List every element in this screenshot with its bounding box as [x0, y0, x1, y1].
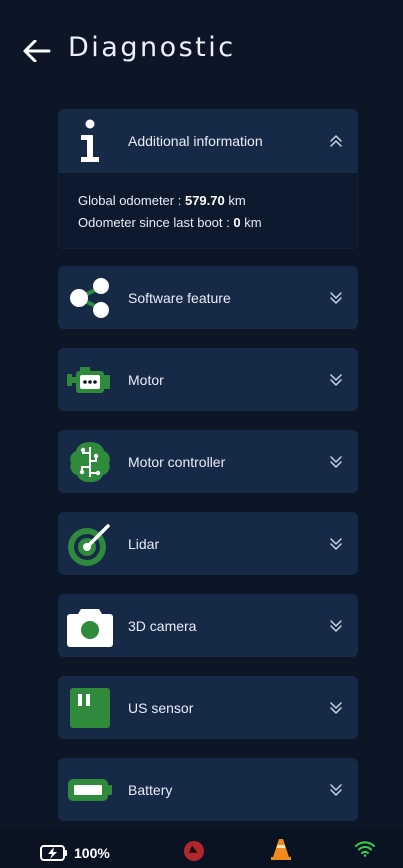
section-label: Battery — [128, 781, 173, 798]
battery-icon — [66, 766, 114, 814]
section-motor: Motor — [58, 348, 358, 411]
chevron-down-icon[interactable] — [328, 782, 344, 798]
section-label: Motor — [128, 371, 164, 388]
chevron-down-icon[interactable] — [328, 372, 344, 388]
chevron-down-icon[interactable] — [328, 618, 344, 634]
section-header-us-sensor[interactable]: US sensor — [58, 676, 358, 739]
section-3d-camera: 3D camera — [58, 594, 358, 657]
section-label: US sensor — [128, 699, 194, 716]
section-motor-controller: Motor controller — [58, 430, 358, 493]
section-label: Motor controller — [128, 453, 226, 470]
arrow-left-icon — [23, 40, 51, 62]
traffic-cone-icon[interactable] — [271, 838, 291, 860]
section-header-motor[interactable]: Motor — [58, 348, 358, 411]
engine-icon — [66, 356, 114, 404]
radar-icon — [66, 520, 114, 568]
battery-charging-icon — [40, 845, 67, 861]
section-lidar: Lidar — [58, 512, 358, 575]
section-label: 3D camera — [128, 617, 197, 634]
section-header-additional-information[interactable]: Additional information — [58, 109, 358, 172]
battery-level: 100% — [74, 845, 110, 861]
status-bar: 100% — [0, 828, 403, 868]
compass-icon[interactable] — [183, 840, 205, 862]
chevron-down-icon[interactable] — [328, 454, 344, 470]
section-additional-information: Additional information Global odometer :… — [58, 109, 358, 249]
boot-odometer: Odometer since last boot : 0 km — [78, 215, 262, 230]
additional-information-details: Global odometer : 579.70 km Odometer sin… — [58, 173, 358, 249]
wifi-icon[interactable] — [355, 841, 375, 857]
page-title: Diagnostic — [68, 32, 236, 63]
section-label: Additional information — [128, 132, 263, 149]
header: Diagnostic — [0, 0, 403, 100]
brain-circuit-icon — [66, 438, 114, 486]
section-us-sensor: US sensor — [58, 676, 358, 739]
section-software-feature: Software feature — [58, 266, 358, 329]
section-label: Lidar — [128, 535, 160, 552]
global-odometer-value: 579.70 — [184, 193, 225, 208]
chevron-down-icon[interactable] — [328, 536, 344, 552]
info-icon — [66, 117, 114, 165]
camera-icon — [66, 602, 114, 650]
section-header-motor-controller[interactable]: Motor controller — [58, 430, 358, 493]
back-button[interactable] — [22, 36, 52, 66]
section-label: Software feature — [128, 289, 231, 306]
section-header-lidar[interactable]: Lidar — [58, 512, 358, 575]
battery-status: 100% — [40, 845, 110, 861]
share-nodes-icon — [66, 274, 114, 322]
chevron-down-icon[interactable] — [328, 290, 344, 306]
chevron-down-icon[interactable] — [328, 700, 344, 716]
global-odometer-label: Global odometer : — [78, 193, 182, 208]
section-header-battery[interactable]: Battery — [58, 758, 358, 821]
section-battery: Battery — [58, 758, 358, 821]
boot-odometer-value: 0 — [233, 215, 241, 230]
section-header-3d-camera[interactable]: 3D camera — [58, 594, 358, 657]
section-header-software-feature[interactable]: Software feature — [58, 266, 358, 329]
global-odometer: Global odometer : 579.70 km — [78, 193, 246, 208]
chevron-up-icon[interactable] — [328, 133, 344, 149]
boot-odometer-unit: km — [244, 215, 262, 230]
ultrasonic-sensor-icon — [66, 684, 114, 732]
boot-odometer-label: Odometer since last boot : — [78, 215, 230, 230]
global-odometer-unit: km — [228, 193, 246, 208]
